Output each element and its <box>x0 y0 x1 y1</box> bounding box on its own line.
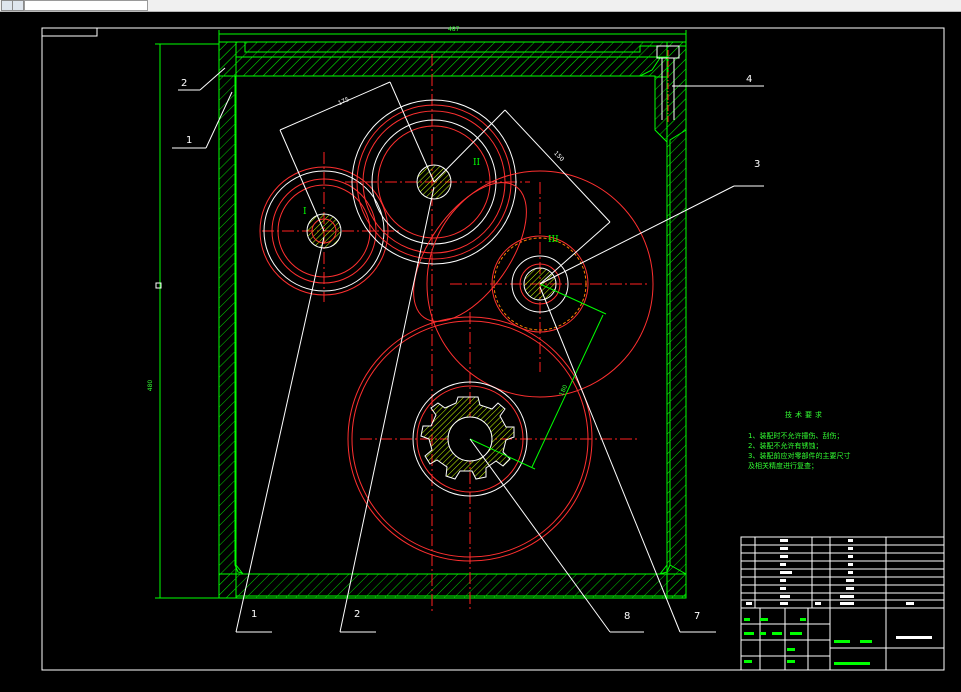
balloon-3: 3 <box>754 159 761 170</box>
height-dimension <box>155 43 219 599</box>
balloon-1-bottom: 1 <box>251 609 258 620</box>
tech-requirements-title: 技术要求 <box>785 411 825 419</box>
balloon-4: 4 <box>746 74 753 85</box>
height-dimension-text: 480 <box>147 379 155 392</box>
gearbox-drawing <box>41 27 945 671</box>
shaft-label-2: II <box>473 158 481 168</box>
dropdown-icon[interactable] <box>12 0 24 11</box>
tech-requirement-item: 2、装配不允许有锈蚀； <box>748 442 823 450</box>
balloon-7: 7 <box>694 611 701 622</box>
tech-requirement-item: 3、装配前应对零部件的主要尺寸 <box>748 452 851 460</box>
toolbar <box>0 0 961 12</box>
sheet-label-box <box>41 27 98 37</box>
tech-requirement-item: 1、装配时不允许撞伤、刮伤； <box>748 432 844 440</box>
housing-cavity <box>235 75 668 575</box>
toolbar-input[interactable] <box>24 0 148 11</box>
balloon-2-top: 2 <box>181 78 188 89</box>
tech-requirement-item: 及相关精度进行复查； <box>748 462 818 470</box>
balloon-2-bottom: 2 <box>354 609 361 620</box>
balloon-8: 8 <box>624 611 631 622</box>
cad-canvas[interactable]: 2 1 4 3 1 2 8 7 I II III 487 480 175 150… <box>0 12 961 692</box>
width-dimension-text: 487 <box>448 26 460 33</box>
shaft-label-1: I <box>303 207 307 217</box>
balloon-1-top: 1 <box>186 135 193 146</box>
shaft-label-3: III <box>548 235 559 245</box>
